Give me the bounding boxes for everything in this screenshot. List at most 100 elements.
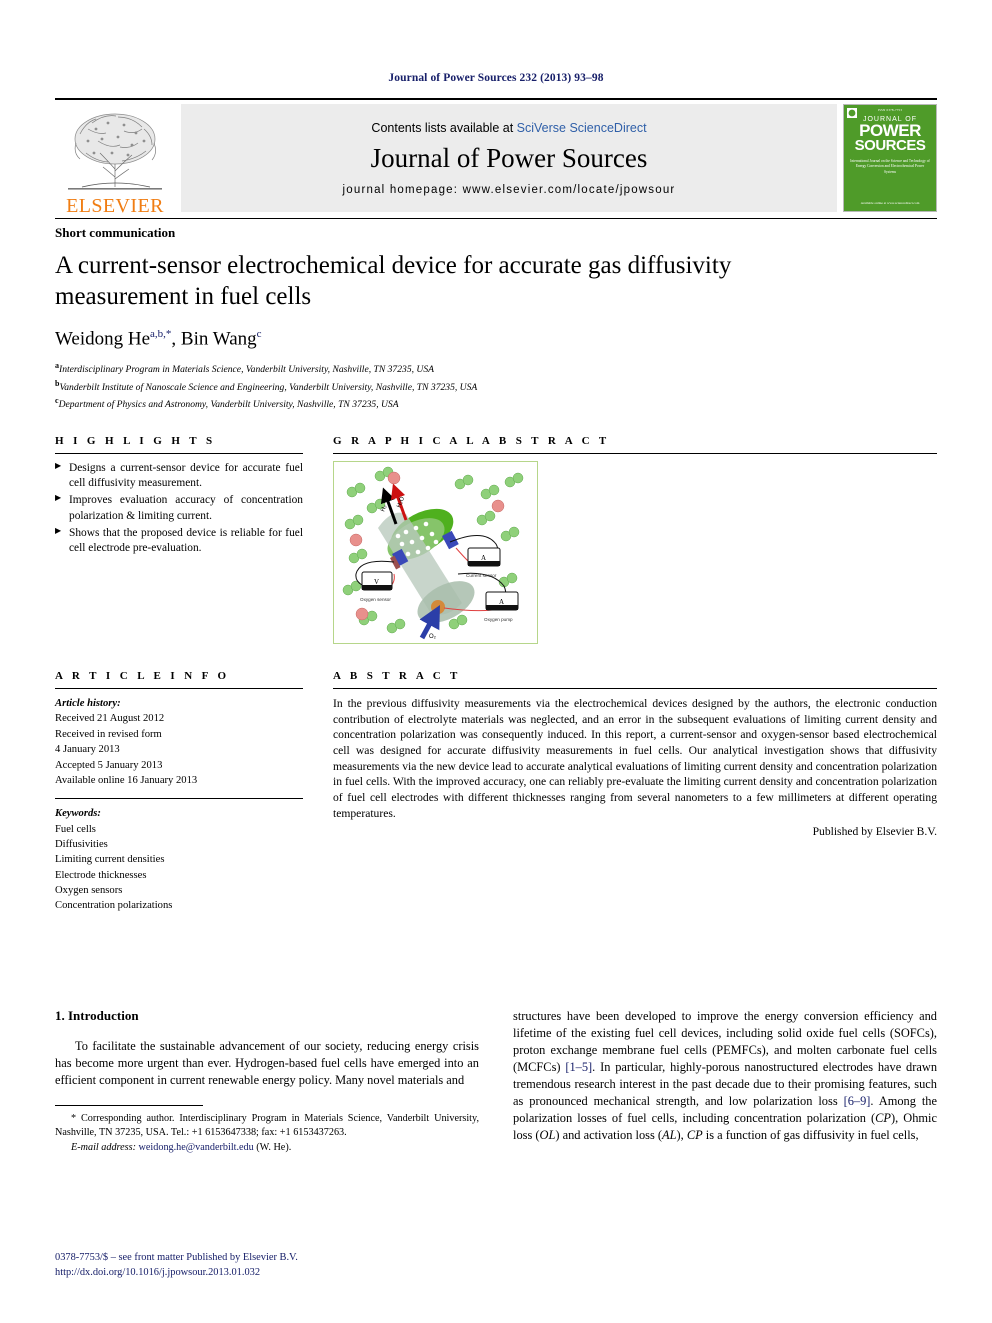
intro-paragraph-left: To facilitate the sustainable advancemen… — [55, 1039, 479, 1087]
footnote-rule — [55, 1104, 203, 1106]
running-head: Journal of Power Sources 232 (2013) 93–9… — [388, 72, 604, 84]
section-heading-introduction: 1. Introduction — [55, 1008, 139, 1023]
contents-prefix: Contents lists available at — [371, 120, 517, 135]
issn-line: 0378-7753/$ – see front matter Published… — [55, 1251, 298, 1263]
history-label: Article history: — [55, 698, 121, 710]
abbr-al: AL — [662, 1127, 677, 1142]
history-item: Available online 16 January 2013 — [55, 774, 198, 786]
author-affil-marker: a,b,* — [150, 328, 172, 340]
elsevier-tree-icon — [68, 113, 162, 190]
article-page: Journal of Power Sources 232 (2013) 93–9… — [0, 0, 992, 1323]
highlights-column: H I G H L I G H T S Designs a current-se… — [55, 435, 303, 644]
highlight-item: Designs a current-sensor device for accu… — [55, 461, 303, 491]
journal-cover-thumbnail: ISSN 0378-7753 JOURNAL OF POWER SOURCES … — [843, 104, 937, 212]
body-run-5: ) and activation loss ( — [555, 1127, 663, 1142]
author-list: Weidong Hea,b,*, Bin Wangc — [55, 328, 262, 350]
graphical-abstract-column: G R A P H I C A L A B S T R A C T H₂ H₂O… — [333, 435, 937, 645]
graphical-abstract-rule — [333, 453, 937, 455]
ammeter-symbol-2: A — [499, 598, 504, 606]
affiliation-text: Vanderbilt Institute of Nanoscale Scienc… — [59, 382, 478, 394]
history-item: Accepted 5 January 2013 — [55, 759, 163, 771]
keyword-item: Oxygen sensors — [55, 885, 123, 897]
elsevier-logo: ELSEVIER — [55, 100, 175, 218]
voltmeter-symbol: V — [374, 578, 379, 586]
sciencedirect-link[interactable]: SciVerse ScienceDirect — [517, 121, 647, 135]
article-info-rule — [55, 688, 303, 690]
body-two-columns: 1. Introduction To facilitate the sustai… — [55, 1008, 937, 1155]
cover-footer: Available online at www.sciencedirect.co… — [860, 201, 920, 206]
history-item: 4 January 2013 — [55, 744, 120, 756]
highlights-list: Designs a current-sensor device for accu… — [55, 461, 303, 556]
body-left-column: 1. Introduction To facilitate the sustai… — [55, 1008, 479, 1155]
history-item: Received in revised form — [55, 728, 162, 740]
footnote-marker: * — [71, 1112, 77, 1124]
cover-line3: SOURCES — [854, 136, 926, 154]
abstract-column: A B S T R A C T In the previous diffusiv… — [333, 670, 937, 914]
abbr-cp: CP — [875, 1110, 891, 1125]
email-link[interactable]: weidong.he@vanderbilt.edu — [139, 1142, 254, 1153]
journal-homepage-link[interactable]: journal homepage: www.elsevier.com/locat… — [343, 184, 676, 196]
article-history: Article history: Received 21 August 2012… — [55, 696, 303, 788]
abstract-rule — [333, 688, 937, 690]
abstract-heading: A B S T R A C T — [333, 670, 461, 683]
affiliation-item: aInterdisciplinary Program in Materials … — [55, 360, 937, 378]
email-suffix: (W. He). — [253, 1141, 292, 1153]
cover-elsevier-icon — [847, 108, 857, 118]
highlights-heading: H I G H L I G H T S — [55, 435, 216, 448]
highlight-item: Improves evaluation accuracy of concentr… — [55, 493, 303, 523]
corresponding-author-footnote: * Corresponding author. Interdisciplinar… — [55, 1112, 479, 1155]
keyword-item: Fuel cells — [55, 823, 96, 835]
intro-paragraph-right: structures have been developed to improv… — [513, 1008, 937, 1144]
body-run-6: ), — [676, 1127, 687, 1142]
article-info-heading: A R T I C L E I N F O — [55, 670, 230, 683]
journal-masthead: ELSEVIER Contents lists available at Sci… — [55, 98, 937, 218]
keyword-item: Limiting current densities — [55, 854, 165, 866]
keywords-block: Keywords: Fuel cells Diffusivities Limit… — [55, 806, 303, 914]
highlight-item: Shows that the proposed device is reliab… — [55, 526, 303, 556]
info-abstract-band: A R T I C L E I N F O Article history: R… — [55, 670, 937, 914]
o2-inlet-label: O₂ — [429, 634, 437, 640]
elsevier-wordmark: ELSEVIER — [66, 195, 164, 217]
keyword-item: Concentration polarizations — [55, 900, 173, 912]
ammeter-symbol-1: A — [481, 554, 486, 562]
article-type: Short communication — [55, 225, 176, 240]
keywords-rule — [55, 798, 303, 800]
body-right-column: structures have been developed to improv… — [513, 1008, 937, 1155]
graphical-abstract-figure: H₂ H₂O O₂ V Oxygen sensor A Current sens… — [333, 461, 538, 645]
affiliation-text: Department of Physics and Astronomy, Van… — [58, 399, 399, 411]
affiliations: aInterdisciplinary Program in Materials … — [55, 360, 937, 413]
abbr-ol: OL — [539, 1127, 556, 1142]
cover-subtitle: International Journal on the Science and… — [850, 158, 930, 174]
article-title: A current-sensor electrochemical device … — [55, 252, 732, 310]
affiliation-item: bVanderbilt Institute of Nanoscale Scien… — [55, 378, 937, 396]
contents-line: Contents lists available at SciVerse Sci… — [371, 121, 646, 135]
cover-issn: ISSN 0378-7753 — [877, 108, 903, 112]
journal-title: Journal of Power Sources — [370, 142, 648, 173]
colophon: 0378-7753/$ – see front matter Published… — [55, 1250, 298, 1281]
body-run-7: is a function of gas diffusivity in fuel… — [702, 1127, 919, 1142]
email-label: E-mail address: — [71, 1141, 136, 1153]
highlights-rule — [55, 453, 303, 455]
footnote-text: Corresponding author. Interdisciplinary … — [55, 1112, 479, 1139]
history-item: Received 21 August 2012 — [55, 713, 165, 725]
sciencedirect-banner: Contents lists available at SciVerse Sci… — [181, 104, 837, 212]
highlights-graphical-band: H I G H L I G H T S Designs a current-se… — [55, 435, 937, 645]
citation-1-5[interactable]: [1–5] — [565, 1060, 592, 1074]
device-schematic-diagram: H₂ H₂O O₂ V Oxygen sensor A Current sens… — [334, 462, 537, 644]
affiliation-item: cDepartment of Physics and Astronomy, Va… — [55, 395, 937, 413]
email-line: E-mail address: weidong.he@vanderbilt.ed… — [55, 1141, 479, 1155]
oxygen-sensor-label: Oxygen sensor — [360, 597, 391, 602]
graphical-abstract-heading: G R A P H I C A L A B S T R A C T — [333, 435, 610, 448]
affiliation-text: Interdisciplinary Program in Materials S… — [59, 364, 435, 376]
abstract-text: In the previous diffusivity measurements… — [333, 697, 937, 820]
author-affil-marker: c — [256, 328, 262, 340]
keywords-label: Keywords: — [55, 808, 101, 820]
abstract-published-by: Published by Elsevier B.V. — [812, 825, 937, 839]
citation-6-9[interactable]: [6–9] — [844, 1094, 871, 1108]
keyword-item: Electrode thicknesses — [55, 869, 147, 881]
abbr-cp-2: CP — [686, 1127, 703, 1142]
oxygen-pump-label: Oxygen pump — [484, 617, 513, 622]
article-info-column: A R T I C L E I N F O Article history: R… — [55, 670, 303, 914]
keyword-item: Diffusivities — [55, 838, 108, 850]
doi-link[interactable]: http://dx.doi.org/10.1016/j.jpowsour.201… — [55, 1265, 298, 1281]
